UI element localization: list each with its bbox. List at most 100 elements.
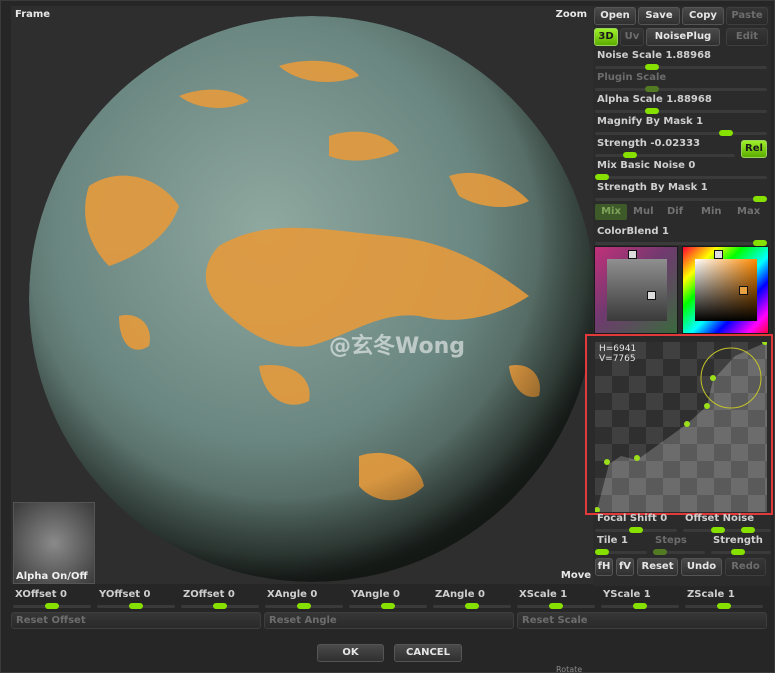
- curve-coords: H=6941 V=7765: [599, 344, 636, 364]
- alpha-onoff-label[interactable]: Alpha On/Off: [16, 571, 88, 582]
- mode-uv-button[interactable]: Uv: [620, 28, 644, 46]
- slider-track: [595, 198, 767, 201]
- cancel-button[interactable]: CANCEL: [394, 644, 462, 662]
- flip-v-button[interactable]: fV: [616, 558, 634, 576]
- slider-knob[interactable]: [297, 603, 311, 609]
- slider-knob[interactable]: [719, 130, 733, 136]
- slider-knob[interactable]: [629, 527, 643, 533]
- steps-slider[interactable]: Steps: [651, 535, 707, 557]
- xscale-slider[interactable]: XScale 1: [515, 589, 597, 611]
- color-marker[interactable]: [647, 291, 656, 300]
- slider-knob-2[interactable]: [741, 527, 755, 533]
- slider-knob[interactable]: [381, 603, 395, 609]
- preview-viewport[interactable]: Frame Zoom @玄冬Wong Alpha On/Off Move: [11, 6, 593, 584]
- strength-label: Strength -0.02333: [597, 138, 701, 149]
- edit-button[interactable]: Edit: [726, 28, 768, 46]
- paste-button[interactable]: Paste: [726, 7, 768, 25]
- slider-track: [595, 88, 767, 91]
- slider-knob[interactable]: [717, 603, 731, 609]
- reset-scale-button[interactable]: Reset Scale: [517, 612, 767, 629]
- strength-by-mask-slider[interactable]: Strength By Mask 1: [593, 182, 771, 204]
- reset-offset-button[interactable]: Reset Offset: [11, 612, 261, 629]
- mode-3d-button[interactable]: 3D: [594, 28, 618, 46]
- reset-angle-button[interactable]: Reset Angle: [264, 612, 514, 629]
- open-button[interactable]: Open: [594, 7, 636, 25]
- curve-reset-button[interactable]: Reset: [637, 558, 678, 576]
- hue-marker[interactable]: [628, 250, 637, 259]
- slider-track: [595, 176, 767, 179]
- curve-redo-button[interactable]: Redo: [725, 558, 766, 576]
- curve-graph[interactable]: [595, 342, 767, 512]
- curve-v-value: V=7765: [599, 354, 636, 364]
- move-button[interactable]: Move: [561, 570, 591, 581]
- slider-knob[interactable]: [465, 603, 479, 609]
- blend-mul-button[interactable]: Mul: [633, 206, 654, 217]
- zangle-slider[interactable]: ZAngle 0: [431, 589, 513, 611]
- focal-shift-slider[interactable]: Focal Shift 0: [593, 513, 679, 535]
- noise-scale-slider[interactable]: Noise Scale 1.88968: [593, 50, 771, 72]
- xoffset-slider[interactable]: XOffset 0: [11, 589, 93, 611]
- curve-undo-button[interactable]: Undo: [681, 558, 722, 576]
- hue-marker[interactable]: [714, 250, 723, 259]
- color-picker-a[interactable]: [594, 246, 678, 334]
- alpha-thumbnail[interactable]: Alpha On/Off: [13, 502, 95, 584]
- noise-preview-sphere: [29, 16, 593, 582]
- slider-knob[interactable]: [595, 174, 609, 180]
- magnify-by-mask-slider[interactable]: Magnify By Mask 1: [593, 116, 771, 138]
- offset-noise-slider[interactable]: Offset Noise: [681, 513, 773, 535]
- strength-by-mask-label: Strength By Mask 1: [597, 182, 708, 193]
- blend-min-button[interactable]: Min: [701, 206, 722, 217]
- noise-curve-editor[interactable]: H=6941 V=7765: [585, 334, 773, 515]
- color-picker-a-field[interactable]: [607, 259, 667, 321]
- plugin-scale-slider[interactable]: Plugin Scale: [593, 72, 771, 94]
- blend-mix-button[interactable]: Mix: [595, 204, 627, 220]
- slider-knob[interactable]: [623, 152, 637, 158]
- slider-knob[interactable]: [731, 549, 745, 555]
- zoffset-slider[interactable]: ZOffset 0: [179, 589, 261, 611]
- copy-button[interactable]: Copy: [682, 7, 724, 25]
- color-picker-b[interactable]: [682, 246, 769, 334]
- slider-knob[interactable]: [645, 86, 659, 92]
- zoom-button[interactable]: Zoom: [556, 9, 587, 20]
- noisemaker-dialog: Frame Zoom @玄冬Wong Alpha On/Off Move Ope…: [0, 0, 775, 673]
- color-marker[interactable]: [739, 286, 748, 295]
- alpha-scale-label: Alpha Scale 1.88968: [597, 94, 712, 105]
- slider-knob[interactable]: [129, 603, 143, 609]
- frame-button[interactable]: Frame: [15, 9, 50, 20]
- slider-track: [595, 154, 735, 157]
- slider-knob[interactable]: [213, 603, 227, 609]
- yoffset-slider[interactable]: YOffset 0: [95, 589, 177, 611]
- blend-max-button[interactable]: Max: [737, 206, 760, 217]
- slider-track: [595, 110, 767, 113]
- mix-basic-noise-slider[interactable]: Mix Basic Noise 0: [593, 160, 771, 182]
- mix-basic-noise-label: Mix Basic Noise 0: [597, 160, 696, 171]
- slider-knob[interactable]: [633, 603, 647, 609]
- save-button[interactable]: Save: [638, 7, 680, 25]
- strength-slider[interactable]: Strength -0.02333: [593, 138, 737, 160]
- xoffset-label: XOffset 0: [15, 589, 67, 600]
- colorblend-slider[interactable]: ColorBlend 1: [593, 226, 771, 248]
- tile-slider[interactable]: Tile 1: [593, 535, 649, 557]
- yangle-slider[interactable]: YAngle 0: [347, 589, 429, 611]
- slider-track: [595, 66, 767, 69]
- slider-knob[interactable]: [653, 549, 667, 555]
- flip-h-button[interactable]: fH: [595, 558, 613, 576]
- yscale-slider[interactable]: YScale 1: [599, 589, 681, 611]
- slider-knob[interactable]: [753, 196, 767, 202]
- rel-button[interactable]: Rel: [741, 140, 767, 158]
- zscale-slider[interactable]: ZScale 1: [683, 589, 765, 611]
- curve-strength-slider[interactable]: Strength: [709, 535, 773, 557]
- ok-button[interactable]: OK: [317, 644, 384, 662]
- slider-knob[interactable]: [711, 527, 725, 533]
- slider-knob[interactable]: [45, 603, 59, 609]
- slider-knob[interactable]: [595, 549, 609, 555]
- noiseplug-button[interactable]: NoisePlug: [646, 28, 720, 46]
- alpha-scale-slider[interactable]: Alpha Scale 1.88968: [593, 94, 771, 116]
- tile-label: Tile 1: [597, 535, 628, 546]
- slider-knob[interactable]: [645, 108, 659, 114]
- blend-dif-button[interactable]: Dif: [667, 206, 683, 217]
- slider-knob[interactable]: [645, 64, 659, 70]
- xangle-slider[interactable]: XAngle 0: [263, 589, 345, 611]
- xscale-label: XScale 1: [519, 589, 568, 600]
- slider-knob[interactable]: [549, 603, 563, 609]
